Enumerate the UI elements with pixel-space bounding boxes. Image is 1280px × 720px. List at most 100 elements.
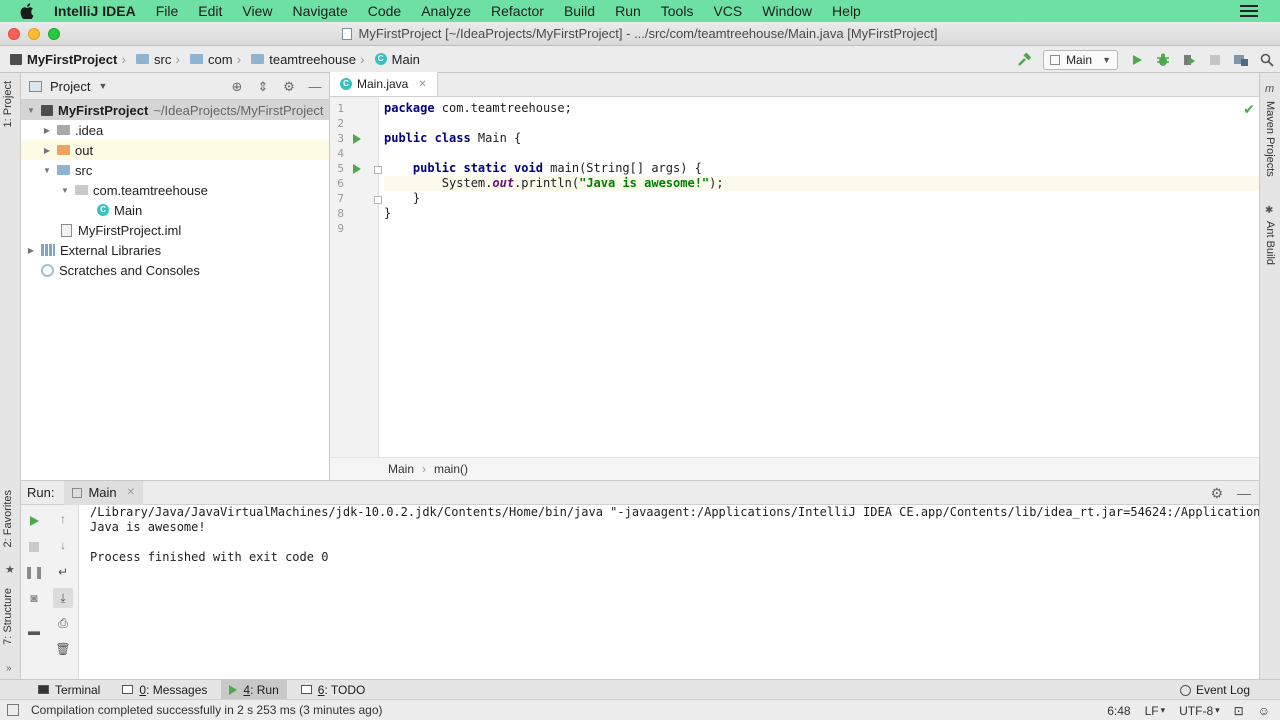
breadcrumb-src[interactable]: src › (135, 51, 186, 67)
event-log-tab[interactable]: Event Log (1179, 680, 1250, 700)
collapse-all-icon[interactable]: ⇕ (255, 79, 271, 95)
tree-item-iml[interactable]: MyFirstProject.iml (21, 220, 329, 240)
project-tool-tab[interactable]: 1: Project (2, 81, 14, 127)
fold-marker-icon[interactable] (374, 196, 382, 204)
scroll-to-end-icon[interactable]: ⤓ (53, 588, 73, 608)
menu-tools[interactable]: Tools (661, 3, 694, 19)
project-structure-button[interactable] (1232, 51, 1250, 69)
hide-panel-icon[interactable]: — (307, 79, 323, 95)
editor-crumb-class[interactable]: Main (388, 462, 414, 476)
structure-tool-tab[interactable]: 7: Structure (2, 588, 14, 645)
search-everywhere-button[interactable] (1258, 51, 1276, 69)
chevron-down-icon[interactable]: ▼ (98, 81, 107, 91)
tree-item-external-libraries[interactable]: ▶ External Libraries (21, 240, 329, 260)
tree-item-main-class[interactable]: C Main (21, 200, 329, 220)
hide-panel-icon[interactable]: — (1237, 485, 1251, 501)
project-view-select[interactable]: Project (50, 79, 90, 94)
stop-button[interactable] (26, 539, 42, 555)
window-zoom-button[interactable] (48, 28, 60, 40)
menu-refactor[interactable]: Refactor (491, 3, 544, 19)
more-tools-icon[interactable]: » (6, 663, 12, 674)
menu-edit[interactable]: Edit (198, 3, 222, 19)
code-token: ); (709, 176, 724, 190)
caret-position[interactable]: 6:48 (1107, 704, 1130, 718)
run-tab-main[interactable]: Main ✕ (64, 480, 144, 505)
breadcrumb-teamtreehouse[interactable]: teamtreehouse › (251, 51, 370, 67)
terminal-tab[interactable]: Terminal (30, 680, 108, 700)
inspection-ok-check-icon[interactable]: ✔ (1243, 101, 1255, 118)
tree-label: out (75, 142, 94, 158)
soft-wrap-icon[interactable]: ↵ (55, 564, 71, 580)
app-name-menu[interactable]: IntelliJ IDEA (54, 3, 136, 19)
menu-file[interactable]: File (156, 3, 179, 19)
gear-icon[interactable]: ⚙ (281, 79, 297, 95)
expanded-arrow-icon[interactable]: ▼ (59, 186, 71, 195)
gear-icon[interactable]: ⚙ (1210, 485, 1223, 502)
window-minimize-button[interactable] (28, 28, 40, 40)
run-button[interactable] (1128, 51, 1146, 69)
run-main-gutter-icon[interactable] (353, 164, 361, 174)
menu-run[interactable]: Run (615, 3, 641, 19)
tree-item-project-root[interactable]: ▼ MyFirstProject ~/IdeaProjects/MyFirstP… (21, 100, 329, 120)
tree-item-src[interactable]: ▼ src (21, 160, 329, 180)
tree-item-package[interactable]: ▼ com.teamtreehouse (21, 180, 329, 200)
editor-gutter[interactable]: 1 2 3 4 5 6 7 8 9 (330, 97, 382, 457)
inspector-icon[interactable]: ☺ (1258, 704, 1270, 718)
close-tab-icon[interactable]: ✕ (127, 487, 135, 498)
collapsed-arrow-icon[interactable]: ▶ (41, 126, 53, 135)
tree-item-idea[interactable]: ▶ .idea (21, 120, 329, 140)
window-close-button[interactable] (8, 28, 20, 40)
menu-extras-icon[interactable] (1240, 5, 1258, 17)
locate-file-icon[interactable]: ⊕ (229, 79, 245, 95)
build-hammer-icon[interactable] (1015, 51, 1033, 69)
up-arrow-icon[interactable]: ↑ (55, 511, 71, 527)
stop-button[interactable] (1206, 51, 1224, 69)
encoding-select[interactable]: UTF-8 (1179, 704, 1213, 718)
breadcrumb-com[interactable]: com › (190, 51, 247, 67)
run-class-gutter-icon[interactable] (353, 134, 361, 144)
print-icon[interactable]: ⎙ (55, 615, 71, 631)
tree-item-out[interactable]: ▶ out (21, 140, 329, 160)
close-tab-icon[interactable]: ✕ (418, 79, 426, 90)
run-tab[interactable]: 4: Run (221, 679, 287, 700)
collapsed-arrow-icon[interactable]: ▶ (41, 146, 53, 155)
run-configuration-select[interactable]: Main ▼ (1043, 49, 1118, 70)
rerun-button[interactable] (26, 513, 42, 529)
menu-navigate[interactable]: Navigate (292, 3, 347, 19)
down-arrow-icon[interactable]: ↓ (55, 537, 71, 553)
menu-vcs[interactable]: VCS (713, 3, 742, 19)
menu-window[interactable]: Window (762, 3, 812, 19)
menu-build[interactable]: Build (564, 3, 595, 19)
layout-icon[interactable]: ▬ (26, 623, 42, 639)
messages-tab[interactable]: 0: Messages (114, 680, 215, 700)
menu-view[interactable]: View (242, 3, 272, 19)
menu-analyze[interactable]: Analyze (421, 3, 471, 19)
expanded-arrow-icon[interactable]: ▼ (25, 106, 37, 115)
fold-marker-icon[interactable] (374, 166, 382, 174)
ant-build-tool-tab[interactable]: Ant Build (1264, 221, 1276, 265)
todo-tab[interactable]: 6: TODO (293, 680, 374, 700)
lock-icon[interactable]: ⊡ (1234, 704, 1244, 718)
run-with-coverage-button[interactable] (1180, 51, 1198, 69)
pause-icon[interactable]: ❚❚ (24, 564, 44, 580)
breadcrumb-main[interactable]: C Main (374, 52, 420, 67)
maven-projects-tool-tab[interactable]: Maven Projects (1264, 101, 1276, 177)
expanded-arrow-icon[interactable]: ▼ (41, 166, 53, 175)
menu-help[interactable]: Help (832, 3, 861, 19)
console-line: /Library/Java/JavaVirtualMachines/jdk-10… (90, 505, 1259, 519)
console-output[interactable]: /Library/Java/JavaVirtualMachines/jdk-10… (90, 505, 1259, 565)
status-message[interactable]: Compilation completed successfully in 2 … (31, 703, 383, 717)
editor-tab-main-java[interactable]: C Main.java ✕ (330, 72, 438, 96)
apple-logo-icon[interactable] (20, 3, 34, 19)
tree-item-scratches[interactable]: Scratches and Consoles (21, 260, 329, 280)
menu-code[interactable]: Code (368, 3, 401, 19)
trash-icon[interactable]: 🗑 (55, 641, 71, 657)
toggle-tool-windows-icon[interactable] (7, 704, 19, 716)
camera-icon[interactable]: ◙ (26, 590, 42, 606)
editor-crumb-method[interactable]: main() (434, 462, 468, 476)
collapsed-arrow-icon[interactable]: ▶ (25, 246, 37, 255)
favorites-tool-tab[interactable]: 2: Favorites (2, 490, 14, 547)
line-separator-select[interactable]: LF (1145, 704, 1159, 718)
debug-button[interactable] (1154, 51, 1172, 69)
breadcrumb-project[interactable]: MyFirstProject › (10, 51, 132, 67)
